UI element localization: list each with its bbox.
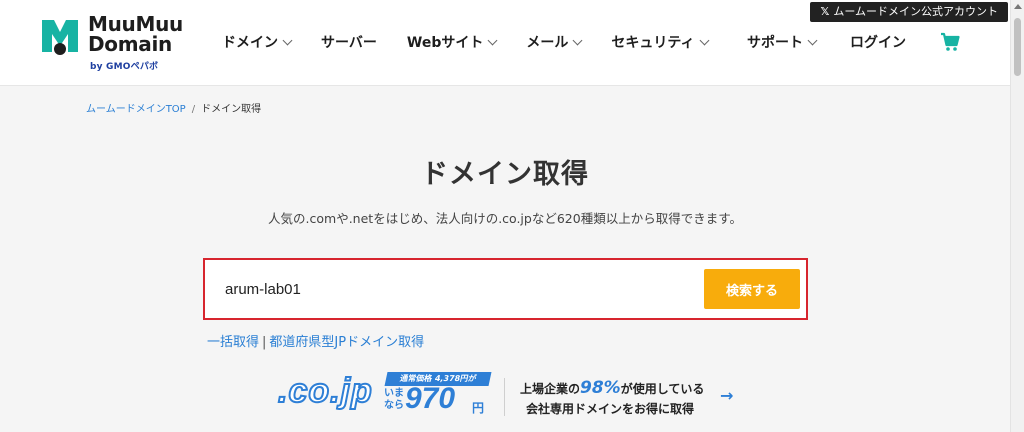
x-logo-icon: 𝕏 (820, 5, 830, 18)
campaign-price: 970 (405, 382, 456, 415)
chevron-down-icon (282, 35, 293, 45)
chevron-down-icon (807, 35, 818, 45)
nav-website-label: Webサイト (406, 35, 484, 51)
search-button[interactable]: 検索する (704, 269, 800, 309)
nav-support-label: サポート (747, 35, 803, 51)
page-scrollbar[interactable] (1010, 0, 1024, 432)
banner-headline-post: が使用している (620, 382, 705, 396)
nav-domain-label: ドメイン (222, 35, 278, 51)
x-account-link[interactable]: 𝕏 ムームードメイン公式アカウント (810, 2, 1008, 22)
cojp-campaign-banner[interactable]: .co.jp 通常価格 4,378円が いま なら 970 円 上場企業の98%… (268, 366, 748, 426)
banner-subline: 会社専用ドメインをお得に取得 (526, 402, 695, 416)
x-account-label: ムームードメイン公式アカウント (833, 5, 998, 18)
page-subtitle: 人気の.comや.netをはじめ、法人向けの.co.jpなど620種類以上から取… (268, 211, 742, 226)
domain-search-input[interactable] (211, 266, 701, 312)
scroll-thumb[interactable] (1014, 18, 1021, 76)
nav-mail-label: メール (526, 35, 569, 51)
header-actions: サポート ログイン (747, 30, 960, 54)
price-unit: 円 (472, 401, 485, 415)
breadcrumb-separator: / (191, 104, 196, 115)
nav-security-label: セキュリティ (611, 35, 695, 51)
prefecture-jp-link[interactable]: 都道府県型JPドメイン取得 (269, 335, 424, 350)
cart-icon[interactable] (940, 32, 960, 52)
banner-percentage: 98% (580, 378, 621, 398)
nav-server[interactable]: サーバー (321, 30, 377, 54)
breadcrumb-current: ドメイン取得 (201, 104, 262, 115)
login-link[interactable]: ログイン (850, 30, 906, 54)
logo-line2: Domain (88, 32, 172, 56)
cojp-logo-text: .co.jp (277, 371, 373, 411)
now-label-2: なら (384, 400, 404, 411)
breadcrumb-home-link[interactable]: ムームードメインTOP (86, 104, 186, 115)
arrow-right-icon: → (720, 386, 734, 405)
muumuu-logo-icon (42, 20, 78, 55)
nav-domain[interactable]: ドメイン (222, 30, 293, 54)
banner-divider (504, 378, 505, 416)
nav-support[interactable]: サポート (747, 30, 818, 54)
nav-mail[interactable]: メール (526, 30, 583, 54)
bulk-acquire-link[interactable]: 一括取得 (207, 335, 259, 350)
now-price-label: いま なら (384, 388, 404, 412)
main-nav: ドメイン サーバー Webサイト メール セキュリティ (222, 30, 738, 54)
chevron-down-icon (572, 35, 583, 45)
chevron-down-icon (487, 35, 498, 45)
site-header: 𝕏 ムームードメイン公式アカウント MuuMuu Domain by GMOペパボ… (0, 0, 1024, 86)
search-links: 一括取得 | 都道府県型JPドメイン取得 (207, 331, 424, 350)
nav-website[interactable]: Webサイト (406, 30, 498, 54)
site-logo[interactable]: MuuMuu Domain by GMOペパボ (38, 14, 188, 72)
page-title: ドメイン取得 (421, 159, 589, 190)
banner-headline-pre: 上場企業の (520, 382, 581, 396)
logo-line1: MuuMuu (88, 12, 183, 36)
scroll-up-arrow-icon[interactable] (1014, 4, 1022, 9)
nav-server-label: サーバー (321, 35, 377, 51)
now-label-1: いま (384, 388, 404, 399)
banner-headline: 上場企業の98%が使用している (520, 378, 704, 398)
breadcrumb: ムームードメインTOP / ドメイン取得 (86, 100, 261, 115)
domain-search-form: 検索する (203, 258, 808, 320)
chevron-down-icon (699, 35, 709, 45)
login-label: ログイン (850, 35, 906, 51)
link-separator: | (262, 335, 267, 350)
nav-security[interactable]: セキュリティ (611, 30, 709, 54)
logo-byline: by GMOペパボ (90, 62, 159, 72)
logo-wordmark: MuuMuu Domain (88, 14, 183, 54)
